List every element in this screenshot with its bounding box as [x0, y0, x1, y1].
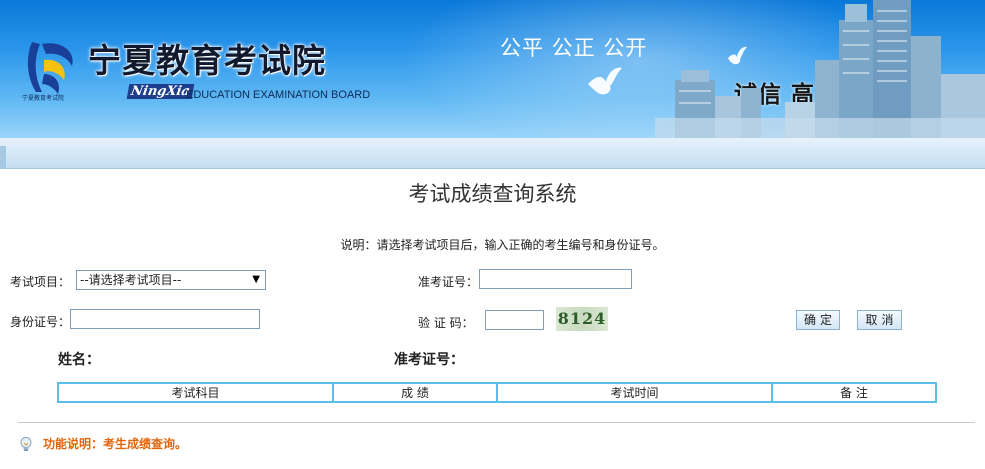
- chevron-down-icon: ▼: [252, 274, 260, 285]
- result-ticket-label: 准考证号：: [394, 352, 464, 368]
- captcha-image[interactable]: 8124: [556, 307, 608, 331]
- exam-item-select[interactable]: --请选择考试项目-- ▼: [76, 270, 266, 290]
- function-note: 功能说明：考生成绩查询。: [43, 437, 188, 451]
- subbar-edge: [0, 146, 6, 168]
- board-name: EDUCATION EXAMINATION BOARD: [186, 89, 371, 101]
- instruction-text: 说明：请选择考试项目后，输入正确的考生编号和身份证号。: [340, 238, 665, 252]
- candidate-name-label: 姓名：: [58, 352, 100, 368]
- column-header-remark: 备 注: [770, 382, 938, 403]
- table-header-row: 考试科目 成 绩 考试时间 备 注: [57, 382, 938, 403]
- lightbulb-icon: [20, 437, 32, 451]
- nav-subbar: [0, 138, 985, 169]
- column-header-subject: 考试科目: [57, 382, 334, 403]
- logo-caption: 宁夏教育考试院: [22, 95, 65, 102]
- verify-code-label: 验 证 码：: [418, 316, 474, 330]
- cancel-button[interactable]: 取消: [857, 310, 902, 330]
- exam-item-label: 考试项目：: [10, 275, 71, 289]
- ticket-number-input[interactable]: [479, 269, 632, 289]
- site-title: 宁夏教育考试院: [88, 41, 326, 80]
- city-skyline: [655, 0, 985, 138]
- dove-icon: [588, 67, 622, 95]
- header-banner: 宁夏教育考试院 宁夏教育考试院 NingXia EDUCATION EXAMIN…: [0, 0, 985, 138]
- confirm-button[interactable]: 确定: [796, 310, 840, 330]
- id-number-label: 身份证号：: [10, 315, 71, 329]
- exam-item-selected: --请选择考试项目--: [80, 273, 182, 287]
- score-table: 考试科目 成 绩 考试时间 备 注: [57, 382, 938, 403]
- slogan-fairness: 公平 公正 公开: [500, 36, 648, 60]
- id-number-input[interactable]: [70, 309, 260, 329]
- column-header-score: 成 绩: [331, 382, 498, 403]
- ningxia-emblem-icon: [27, 42, 73, 94]
- ticket-number-label: 准考证号：: [418, 275, 479, 289]
- verify-code-input[interactable]: [485, 310, 544, 330]
- divider: [18, 422, 975, 423]
- page-title: 考试成绩查询系统: [408, 182, 577, 206]
- region-script: NingXia: [126, 84, 195, 99]
- column-header-exam-time: 考试时间: [495, 382, 773, 403]
